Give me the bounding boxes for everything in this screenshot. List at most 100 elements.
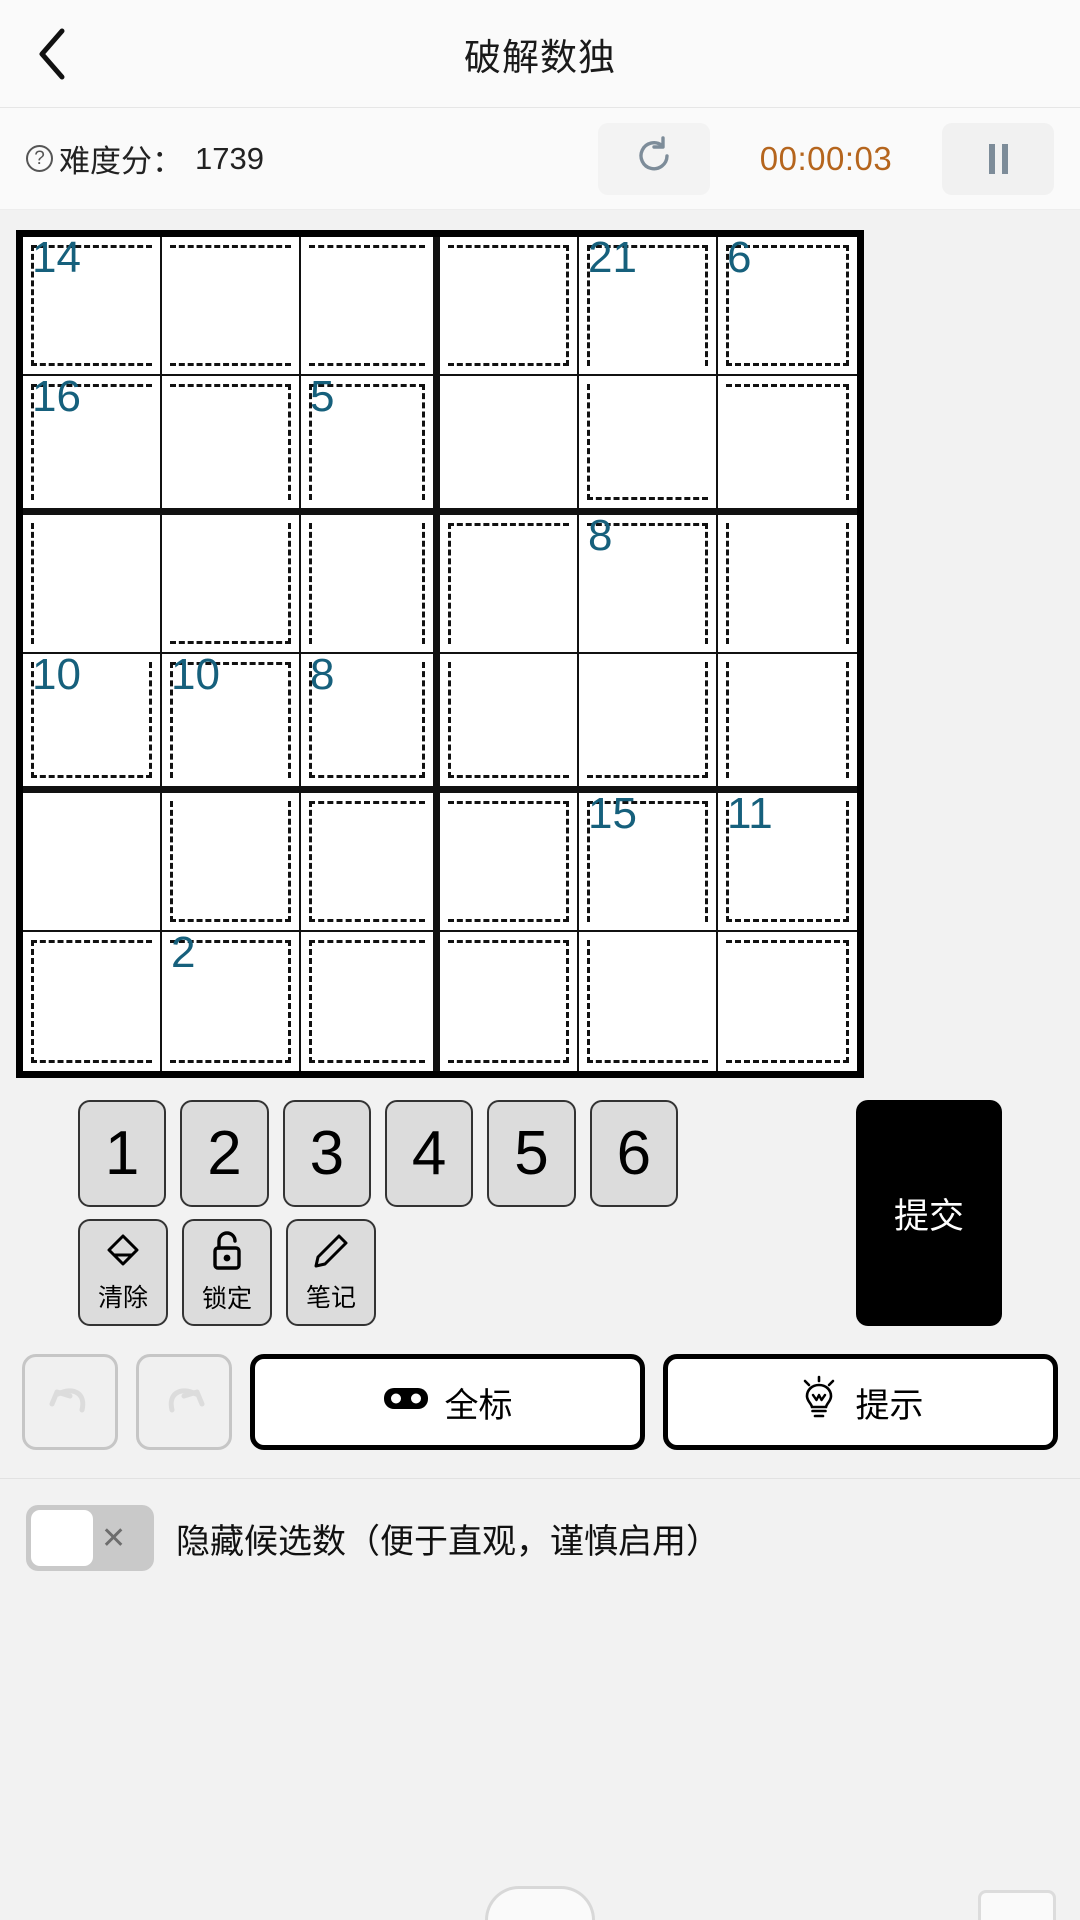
sudoku-cell[interactable] (162, 515, 301, 654)
number-button-4[interactable]: 4 (384, 1100, 474, 1207)
undo-arrow-icon (44, 1374, 96, 1431)
sudoku-cell[interactable] (440, 654, 579, 793)
number-button-3[interactable]: 3 (282, 1100, 371, 1207)
sudoku-cell[interactable] (23, 932, 162, 1071)
number-button-2[interactable]: 2 (180, 1100, 269, 1207)
cage-boundary (422, 523, 425, 644)
sudoku-cell[interactable]: 16 (23, 372, 162, 515)
cage-boundary (170, 363, 291, 366)
lightbulb-icon (798, 1374, 840, 1431)
cage-boundary (587, 940, 590, 1063)
cage-boundary (448, 801, 569, 804)
cage-sum: 16 (32, 372, 81, 421)
cage-boundary (726, 1060, 849, 1063)
undo-button[interactable] (22, 1354, 118, 1450)
cage-boundary (170, 801, 173, 922)
sudoku-cell[interactable] (718, 515, 857, 654)
sudoku-grid[interactable]: 14 21 6 16 5 8 10 10 8 15 11 2 (16, 230, 864, 1078)
sudoku-cell[interactable]: 8 (579, 511, 718, 654)
number-button-5[interactable]: 5 (487, 1100, 576, 1207)
cage-sum: 8 (310, 650, 335, 699)
sudoku-cell[interactable]: 2 (162, 928, 301, 1071)
cage-boundary (170, 919, 291, 922)
cage-boundary (31, 775, 152, 778)
sudoku-cell[interactable] (579, 376, 718, 515)
difficulty-value: 1739 (195, 140, 264, 176)
pencil-icon (311, 1231, 351, 1276)
sudoku-cell[interactable] (718, 654, 857, 793)
cage-sum: 10 (32, 650, 81, 699)
question-mark-icon[interactable]: ? (26, 145, 53, 172)
cage-boundary (448, 940, 569, 943)
cage-sum: 2 (171, 928, 196, 977)
sudoku-cell[interactable] (301, 932, 440, 1071)
sudoku-cell[interactable] (162, 237, 301, 376)
sudoku-cell[interactable]: 10 (162, 650, 301, 793)
cage-boundary (309, 801, 312, 922)
cage-boundary (149, 662, 152, 778)
sudoku-cell[interactable] (718, 932, 857, 1071)
sudoku-cell[interactable] (440, 237, 579, 376)
sudoku-cell[interactable]: 21 (579, 233, 718, 376)
hint-button[interactable]: 提示 (663, 1354, 1058, 1450)
sudoku-cell[interactable] (301, 237, 440, 376)
number-button-1[interactable]: 1 (78, 1100, 167, 1207)
sudoku-cell[interactable] (440, 793, 579, 932)
hide-candidates-toggle[interactable]: ✕ (26, 1505, 154, 1571)
cage-sum: 10 (171, 650, 220, 699)
sudoku-cell[interactable] (579, 654, 718, 793)
cage-boundary (31, 1060, 152, 1063)
pause-button[interactable] (942, 122, 1054, 195)
sudoku-cell[interactable] (23, 515, 162, 654)
mark-all-button[interactable]: 全标 (250, 1354, 645, 1450)
sudoku-cell[interactable]: 6 (718, 234, 857, 376)
difficulty-group: ? 难度分： 1739 (26, 136, 264, 181)
eraser-button[interactable]: 清除 (78, 1219, 168, 1326)
sudoku-cell[interactable] (440, 932, 579, 1071)
sudoku-cell[interactable]: 15 (579, 790, 718, 932)
refresh-button[interactable] (598, 122, 710, 195)
cage-boundary (726, 919, 849, 922)
sudoku-cell[interactable]: 8 (301, 650, 440, 793)
number-button-6[interactable]: 6 (589, 1100, 678, 1207)
cage-boundary (309, 940, 312, 1063)
cage-sum: 21 (588, 233, 637, 282)
sudoku-cell[interactable]: 5 (301, 372, 440, 515)
action-button-label: 锁定 (201, 1285, 252, 1313)
cage-sum: 5 (310, 372, 335, 421)
sudoku-cell[interactable] (162, 376, 301, 515)
cage-boundary (309, 363, 425, 366)
cage-boundary (587, 775, 708, 778)
sudoku-grid-container: 14 21 6 16 5 8 10 10 8 15 11 2 (0, 210, 1080, 1078)
redo-button[interactable] (136, 1354, 232, 1450)
cage-boundary (566, 245, 569, 366)
cage-boundary (846, 801, 849, 922)
footer-settings-row: ✕ 隐藏候选数（便于直观，谨慎启用） (0, 1478, 1080, 1571)
sudoku-cell[interactable] (718, 376, 857, 515)
hint-label: 提示 (855, 1386, 924, 1425)
sudoku-cell[interactable]: 14 (23, 234, 162, 376)
unlock-button[interactable]: 锁定 (182, 1219, 272, 1326)
cage-sum: 8 (588, 511, 613, 560)
cage-boundary (309, 940, 425, 943)
sudoku-cell[interactable] (162, 793, 301, 932)
sudoku-cell[interactable]: 10 (23, 650, 162, 793)
cage-boundary (422, 662, 425, 778)
cage-boundary (31, 940, 34, 1063)
submit-button[interactable]: 提交 (856, 1100, 1002, 1326)
nav-corner-stub (978, 1890, 1056, 1920)
cage-boundary (705, 245, 708, 366)
sudoku-cell[interactable] (301, 793, 440, 932)
cage-boundary (288, 801, 291, 922)
sudoku-cell[interactable] (440, 376, 579, 515)
sudoku-cell[interactable] (579, 932, 718, 1071)
redo-arrow-icon (158, 1374, 210, 1431)
sudoku-cell[interactable] (440, 515, 579, 654)
back-button[interactable] (22, 24, 82, 84)
cage-boundary (170, 1060, 291, 1063)
sudoku-cell[interactable]: 11 (718, 790, 857, 932)
pencil-button[interactable]: 笔记 (286, 1219, 376, 1326)
cage-boundary (726, 384, 849, 387)
sudoku-cell[interactable] (301, 515, 440, 654)
sudoku-cell[interactable] (23, 793, 162, 932)
